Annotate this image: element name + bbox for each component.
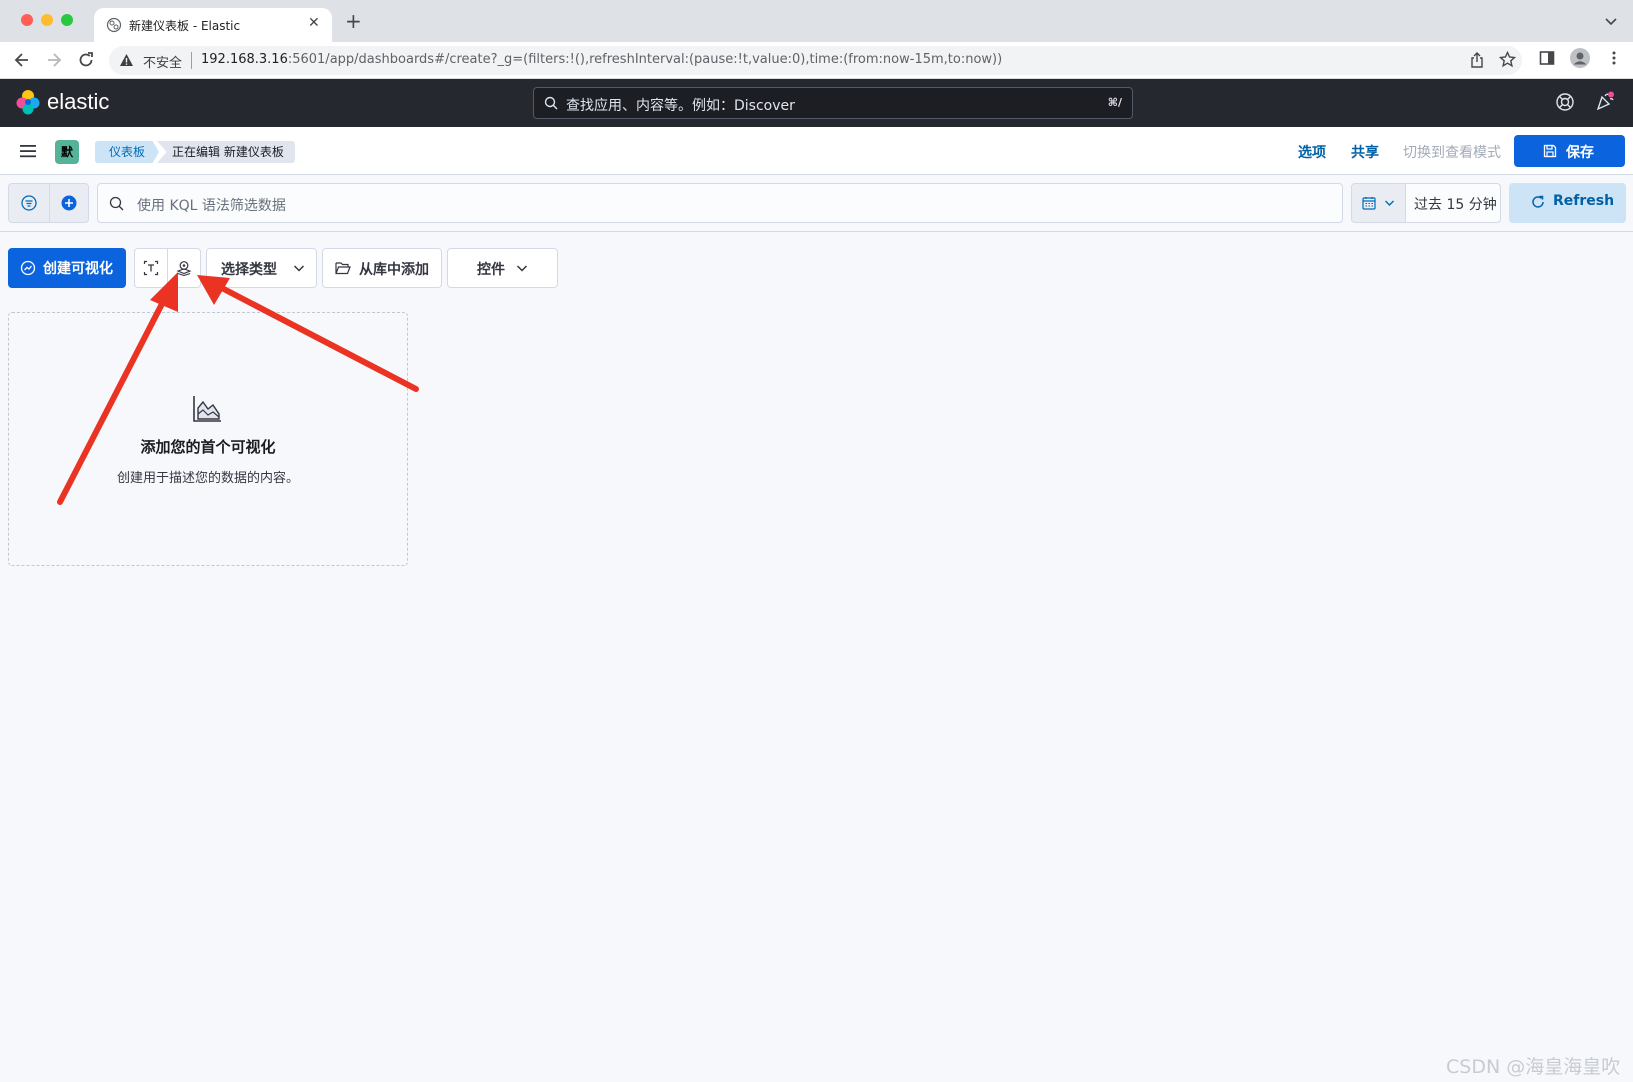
news-cheer-icon[interactable] [1595, 91, 1615, 111]
empty-state-title: 添加您的首个可视化 [140, 438, 276, 456]
security-label[interactable]: 不安全 [143, 52, 182, 71]
query-placeholder: 使用 KQL 语法筛选数据 [137, 198, 286, 214]
chevron-down-icon[interactable] [1604, 14, 1618, 28]
save-label: 保存 [1566, 145, 1594, 161]
window-minimize-button[interactable] [41, 14, 53, 26]
divider [0, 231, 1633, 232]
kibana-header: elastic 查找应用、内容等。例如：Discover ⌘/ [0, 79, 1633, 127]
refresh-label: Refresh [1553, 193, 1615, 209]
reload-icon[interactable] [76, 50, 96, 70]
breadcrumb-current: 正在编辑 新建仪表板 [157, 141, 295, 163]
global-search-input[interactable]: 查找应用、内容等。例如：Discover ⌘/ [533, 87, 1133, 119]
quick-button-group [134, 248, 201, 288]
search-icon [109, 196, 124, 211]
area-chart-icon [193, 396, 221, 422]
add-from-library-label: 从库中添加 [359, 262, 429, 278]
calendar-icon [1362, 197, 1376, 210]
select-type-label: 选择类型 [221, 262, 277, 278]
date-picker[interactable]: 过去 15 分钟 [1351, 183, 1501, 223]
warning-icon[interactable] [119, 53, 134, 67]
browser-tab[interactable]: 新建仪表板 - Elastic ✕ [94, 8, 332, 42]
back-arrow-icon[interactable] [12, 50, 32, 70]
bookmark-star-icon[interactable] [1499, 51, 1516, 68]
url-text: 192.168.3.16:5601/app/dashboards#/create… [201, 52, 1002, 67]
search-icon [544, 96, 558, 110]
profile-avatar[interactable] [1570, 48, 1590, 68]
divider [191, 52, 192, 69]
controls-dropdown[interactable]: 控件 [447, 248, 558, 288]
chevron-down-icon [293, 265, 305, 272]
share-icon[interactable] [1469, 52, 1485, 68]
maps-app-icon[interactable] [176, 260, 192, 276]
create-visualization-button[interactable]: 创建可视化 [8, 248, 126, 288]
select-type-dropdown[interactable]: 选择类型 [206, 248, 317, 288]
refresh-button[interactable]: Refresh [1509, 183, 1626, 223]
date-range-text[interactable]: 过去 15 分钟 [1414, 194, 1497, 214]
kibana-subheader: 默 仪表板 正在编辑 新建仪表板 选项 共享 切换到查看模式 保存 [0, 127, 1633, 175]
window-zoom-button[interactable] [61, 14, 73, 26]
elastic-logo-icon[interactable] [15, 89, 41, 115]
chevron-down-icon [1385, 200, 1394, 206]
tab-title: 新建仪表板 - Elastic [129, 19, 241, 33]
empty-dashboard-panel: 添加您的首个可视化 创建用于描述您的数据的内容。 [8, 312, 408, 566]
folder-open-icon [335, 262, 351, 275]
new-tab-icon[interactable]: + [345, 9, 362, 33]
kql-query-input[interactable]: 使用 KQL 语法筛选数据 [97, 183, 1343, 223]
lens-icon [20, 260, 36, 276]
divider [167, 249, 168, 287]
person-icon [1573, 52, 1587, 65]
brand-name[interactable]: elastic [47, 89, 109, 115]
side-panel-icon[interactable] [1539, 50, 1555, 66]
options-link[interactable]: 选项 [1298, 142, 1326, 162]
add-filter-icon[interactable] [61, 195, 77, 211]
filter-menu-icon[interactable] [21, 195, 37, 211]
url-input[interactable]: 不安全 192.168.3.16:5601/app/dashboards#/cr… [109, 46, 1522, 75]
menu-hamburger-icon[interactable] [19, 143, 37, 159]
filter-button-group [8, 183, 89, 223]
search-placeholder: 查找应用、内容等。例如：Discover [566, 98, 795, 114]
quick-menu-button[interactable] [1352, 184, 1406, 222]
url-host: 192.168.3.16 [201, 52, 288, 67]
space-avatar[interactable]: 默 [55, 140, 79, 164]
text-markdown-icon[interactable] [143, 260, 159, 276]
forward-arrow-icon[interactable] [44, 50, 64, 70]
help-lifebuoy-icon[interactable] [1555, 92, 1575, 112]
controls-label: 控件 [477, 262, 505, 278]
divider [49, 184, 50, 222]
save-disk-icon [1543, 144, 1557, 158]
share-link[interactable]: 共享 [1351, 142, 1379, 162]
window-close-button[interactable] [21, 14, 33, 26]
browser-address-bar: 不安全 192.168.3.16:5601/app/dashboards#/cr… [0, 42, 1633, 79]
keyboard-shortcut-hint: ⌘/ [1107, 96, 1122, 109]
empty-state-description: 创建用于描述您的数据的内容。 [116, 471, 299, 486]
switch-view-mode-link[interactable]: 切换到查看模式 [1403, 142, 1501, 162]
more-vertical-icon[interactable] [1606, 50, 1622, 66]
url-path: :5601/app/dashboards#/create?_g=(filters… [287, 52, 1003, 67]
save-button[interactable]: 保存 [1514, 135, 1625, 167]
add-from-library-button[interactable]: 从库中添加 [322, 248, 442, 288]
refresh-icon [1532, 195, 1544, 208]
breadcrumb-dashboards[interactable]: 仪表板 [95, 141, 159, 163]
tab-close-icon[interactable]: ✕ [308, 15, 320, 31]
watermark-text: CSDN @海皇海皇吹 [1446, 1056, 1621, 1078]
chevron-down-icon [516, 265, 528, 272]
browser-tab-bar: 新建仪表板 - Elastic ✕ + [0, 0, 1633, 42]
elastic-favicon-icon [106, 17, 122, 33]
create-visualization-label: 创建可视化 [43, 261, 113, 277]
